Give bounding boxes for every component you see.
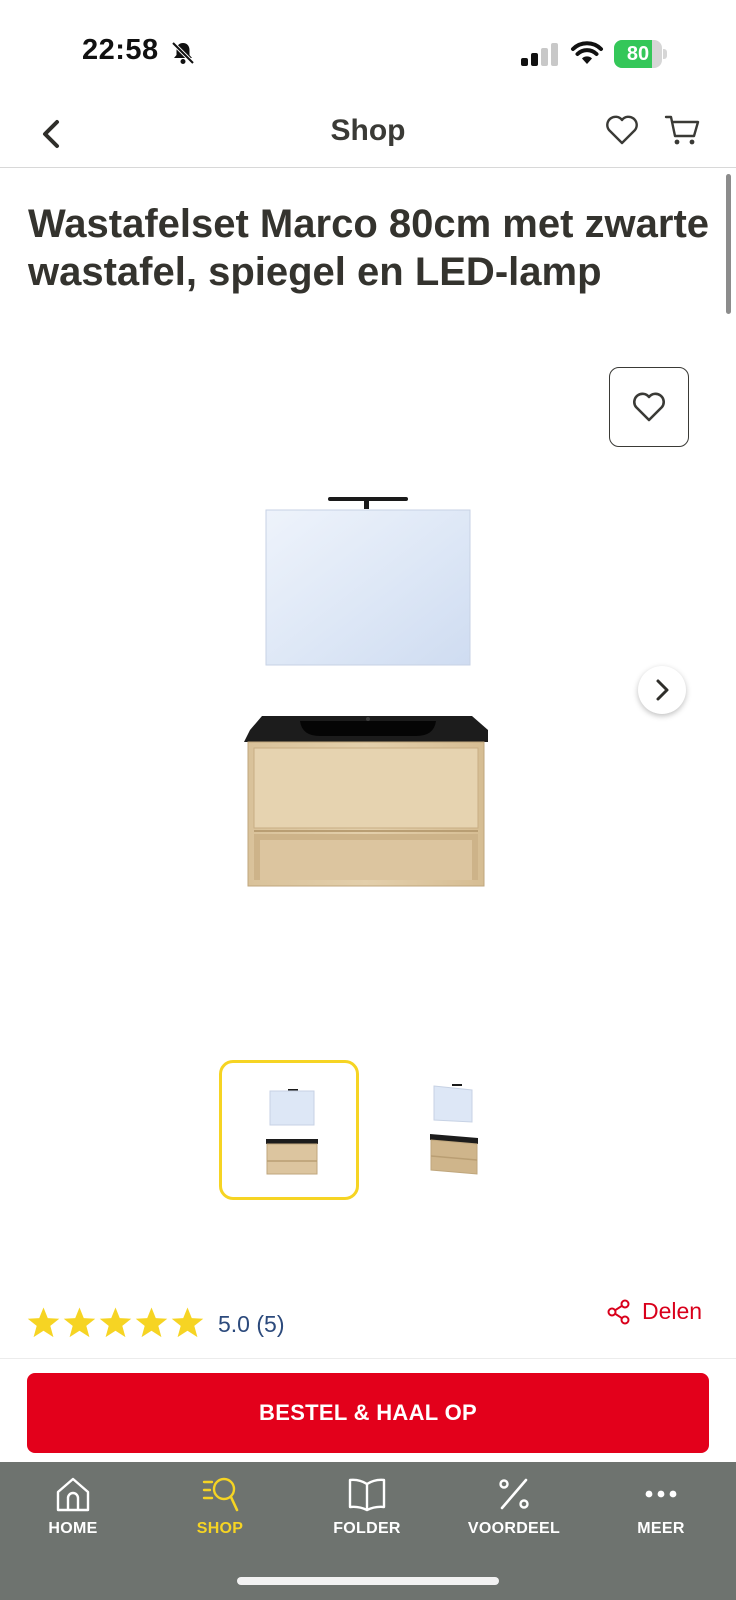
star-icon — [27, 1307, 60, 1338]
home-indicator — [237, 1577, 499, 1585]
battery-body: 80 — [614, 40, 662, 68]
wifi-icon — [571, 41, 603, 64]
nav-voordeel[interactable]: VOORDEEL — [449, 1474, 579, 1564]
status-bar: 22:58 80 — [0, 0, 736, 100]
nav-meer[interactable]: MEER — [596, 1474, 726, 1564]
thumbnail-1[interactable] — [219, 1060, 359, 1200]
thumbnail-image — [266, 1089, 318, 1175]
battery-percent: 80 — [626, 43, 650, 65]
star-icon — [135, 1307, 168, 1338]
nav-shop[interactable]: SHOP — [155, 1474, 285, 1564]
nav-shop-label: SHOP — [196, 1520, 244, 1537]
thumbnail-2[interactable] — [386, 1060, 526, 1200]
status-time: 22:58 — [82, 34, 159, 66]
share-label: Delen — [642, 1298, 703, 1324]
product-title: Wastafelset Marco 80cm met zwarte wastaf… — [28, 202, 710, 294]
star-icon — [171, 1307, 204, 1338]
percent-icon — [499, 1478, 529, 1510]
scrollbar[interactable] — [726, 174, 731, 314]
nav-meer-label: MEER — [637, 1520, 685, 1537]
nav-voordeel-label: VOORDEEL — [467, 1520, 561, 1537]
chevron-right-icon — [656, 679, 669, 701]
product-image[interactable] — [240, 492, 490, 892]
favorite-button[interactable] — [609, 367, 689, 447]
home-icon — [56, 1477, 90, 1512]
share-icon — [607, 1299, 630, 1324]
battery-cap — [663, 49, 667, 59]
nav-folder-label: FOLDER — [333, 1520, 401, 1537]
share-button[interactable]: Delen — [606, 1298, 702, 1325]
top-bar: Shop — [0, 100, 736, 168]
star-icon — [63, 1307, 96, 1338]
heart-icon — [633, 392, 665, 422]
nav-home[interactable]: HOME — [8, 1474, 138, 1564]
thumbnail-image — [430, 1084, 478, 1175]
battery-icon: 80 — [614, 40, 667, 68]
more-dots-icon — [645, 1490, 677, 1498]
heart-icon[interactable] — [604, 112, 640, 148]
nav-home-label: HOME — [48, 1520, 98, 1537]
book-icon — [348, 1478, 386, 1512]
shop-search-icon — [202, 1477, 239, 1512]
rating-stars[interactable] — [26, 1306, 205, 1340]
cta-area: BESTEL & HAAL OP — [0, 1358, 736, 1462]
order-pickup-button[interactable]: BESTEL & HAAL OP — [27, 1373, 709, 1453]
rating-text[interactable]: 5.0 (5) — [218, 1311, 284, 1338]
bottom-navigation: HOME SHOP FOLDER VOORDEEL MEER — [0, 1462, 736, 1600]
nav-folder[interactable]: FOLDER — [302, 1474, 432, 1564]
next-image-button[interactable] — [638, 666, 686, 714]
cart-icon[interactable] — [664, 112, 702, 148]
signal-icon — [521, 43, 558, 66]
bell-slash-icon — [171, 41, 195, 65]
star-icon — [99, 1307, 132, 1338]
